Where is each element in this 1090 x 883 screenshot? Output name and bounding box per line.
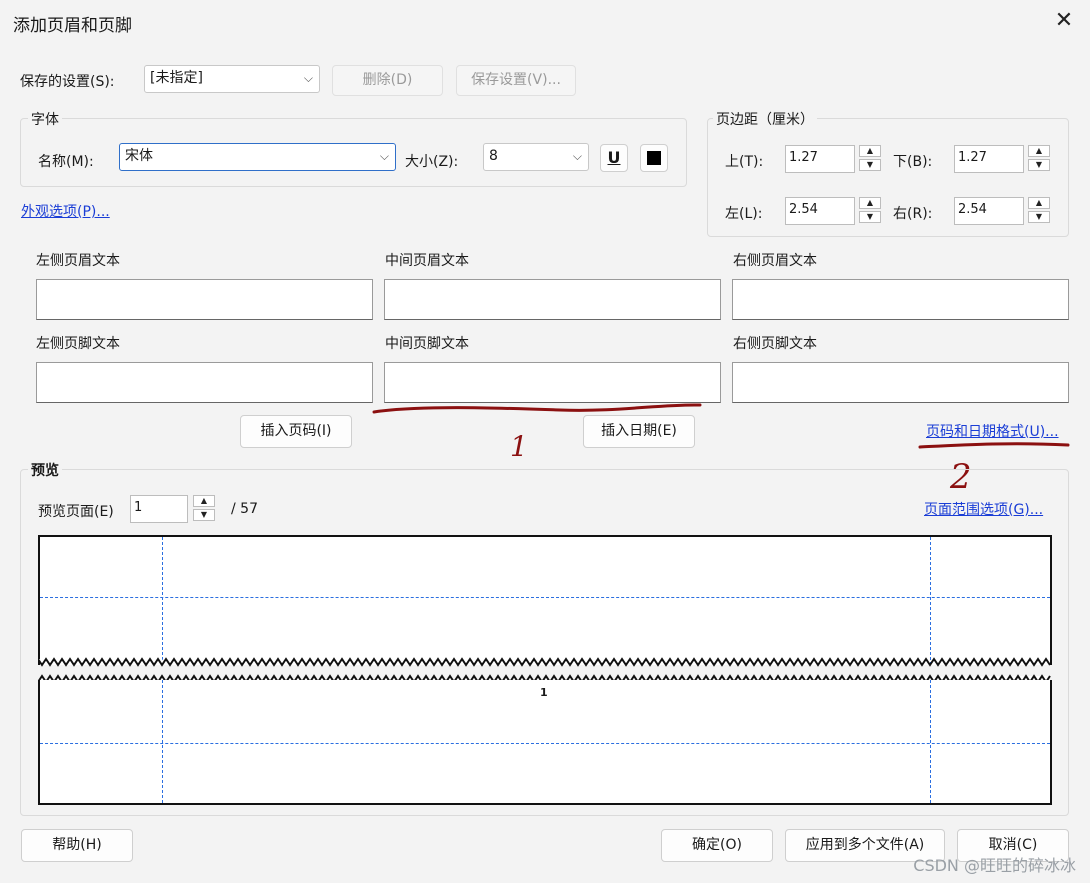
ok-button[interactable]: 确定(O) — [661, 829, 773, 862]
preview-page-total: / 57 — [231, 501, 258, 517]
header-preview-torn-edge — [38, 657, 1051, 667]
help-button[interactable]: 帮助(H) — [21, 829, 133, 862]
watermark: CSDN @旺旺的碎冰冰 — [913, 856, 1076, 875]
page-range-options-link[interactable]: 页面范围选项(G)... — [924, 499, 1043, 519]
spin-down-icon[interactable]: ▼ — [193, 509, 215, 521]
preview-footer-page-number: 1 — [540, 686, 548, 699]
preview-page-input[interactable]: 1 — [130, 495, 188, 523]
annotation-underline-2 — [918, 442, 1070, 449]
annotation-mark-1: 1 — [510, 430, 528, 463]
footer-preview: 1 — [38, 680, 1052, 805]
annotation-underline-1 — [372, 403, 702, 414]
header-preview — [38, 535, 1052, 665]
spin-up-icon[interactable]: ▲ — [193, 495, 215, 507]
preview-page-label: 预览页面(E) — [38, 504, 114, 520]
preview-group-label: 预览 — [28, 460, 62, 480]
